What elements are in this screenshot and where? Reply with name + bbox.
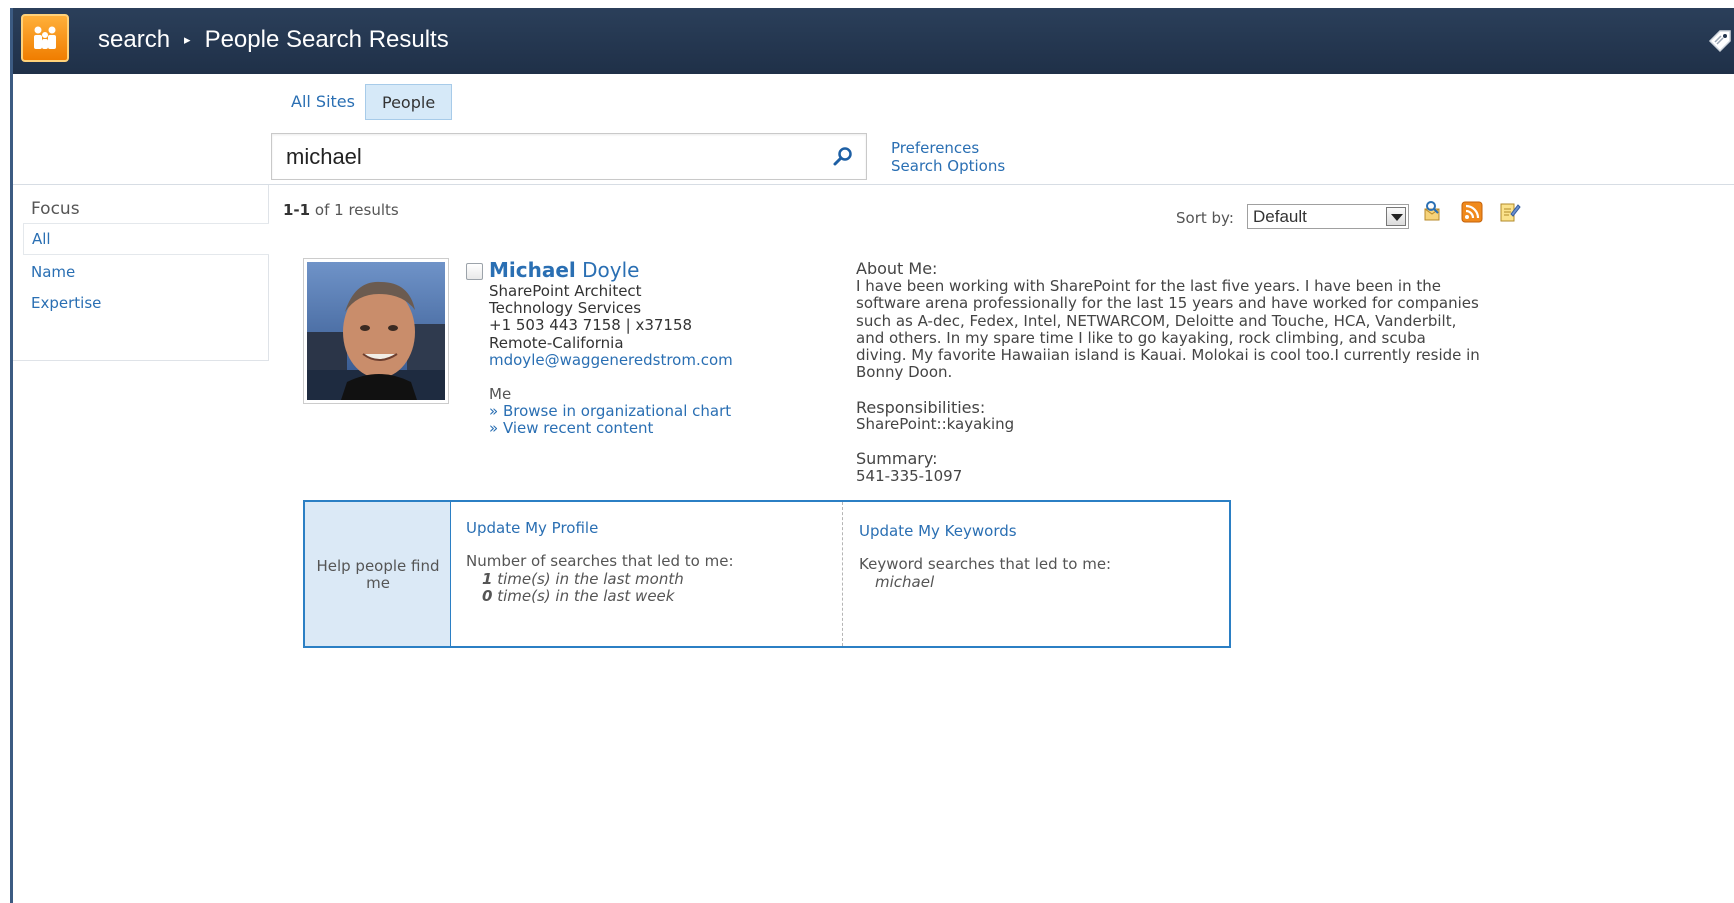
person-title: SharePoint Architect (489, 282, 642, 300)
search-box (271, 133, 867, 180)
site-logo-icon[interactable] (21, 14, 69, 62)
searches-label: Number of searches that led to me: (466, 552, 734, 570)
result-suffix: results (348, 201, 399, 219)
page-frame: search ▸ People Search Results All Sites… (10, 8, 1734, 903)
about-me-line: I have been working with SharePoint for … (856, 277, 1441, 295)
searches-week-text: time(s) in the last week (497, 587, 675, 605)
searches-month: 1 time(s) in the last month (482, 570, 684, 588)
keywords-label: Keyword searches that led to me: (859, 555, 1112, 573)
top-bar: search ▸ People Search Results (13, 8, 1734, 74)
search-links: Preferences Search Options (891, 139, 1005, 175)
result-total: 1 (334, 201, 344, 219)
person-me-label: Me (489, 385, 512, 403)
sort-select[interactable]: Default (1247, 204, 1409, 229)
person-first-name: Michael (489, 258, 576, 282)
about-me-line: diving. My favorite Hawaiian island is K… (856, 346, 1480, 365)
preferences-link[interactable]: Preferences (891, 139, 1005, 157)
about-me-line: and others. In my spare time I like to g… (856, 328, 1426, 347)
refinement-item-expertise[interactable]: Expertise (31, 294, 101, 312)
help-people-find-me-panel: Help people find me Update My Profile Nu… (303, 500, 1231, 648)
profile-photo[interactable] (303, 258, 449, 404)
about-me-label: About Me: (856, 259, 938, 278)
result-range: 1-1 (283, 201, 311, 219)
result-of: of (314, 201, 330, 219)
help-panel-label-cell: Help people find me (305, 502, 451, 646)
search-icon[interactable] (832, 146, 854, 168)
page-title: People Search Results (204, 26, 449, 53)
tab-all-sites[interactable]: All Sites (275, 84, 371, 120)
refinement-item-all[interactable]: All (23, 223, 269, 255)
edit-page-icon[interactable] (1497, 200, 1521, 224)
searches-week: 0 time(s) in the last week (482, 587, 674, 605)
rss-feed-icon[interactable] (1460, 200, 1484, 224)
searches-week-count: 0 (482, 587, 493, 605)
person-checkbox[interactable] (466, 263, 483, 280)
about-me-line: such as A-dec, Fedex, Intel, NETWARCOM, … (856, 311, 1457, 330)
person-location: Remote-California (489, 334, 624, 352)
tag-icon[interactable] (1707, 28, 1733, 54)
org-chart-link[interactable]: » Browse in organizational chart (489, 402, 731, 420)
responsibilities-value: SharePoint::kayaking (856, 415, 1015, 433)
breadcrumb-arrow-icon: ▸ (184, 32, 191, 47)
divider (13, 184, 1734, 185)
help-panel-divider (842, 502, 843, 646)
refinement-item-name[interactable]: Name (31, 263, 75, 281)
update-my-profile-link[interactable]: Update My Profile (466, 519, 598, 537)
search-alert-icon[interactable] (1421, 200, 1445, 224)
breadcrumb: search ▸ People Search Results (98, 26, 449, 54)
chevron-down-icon[interactable] (1386, 207, 1406, 226)
tab-people[interactable]: People (365, 84, 453, 120)
searches-month-count: 1 (482, 570, 493, 588)
sort-value: Default (1253, 207, 1307, 226)
person-last-name: Doyle (582, 258, 640, 282)
search-input[interactable] (286, 142, 826, 172)
about-me-line: Bonny Doon. (856, 363, 953, 382)
person-phone: +1 503 443 7158 | x37158 (489, 316, 693, 334)
about-me-line: software arena professionally for the la… (856, 294, 1479, 313)
person-name-link[interactable]: Michael Doyle (489, 258, 639, 282)
breadcrumb-search-link[interactable]: search (98, 26, 170, 54)
summary-value: 541-335-1097 (856, 467, 963, 485)
keyword-value: michael (875, 573, 935, 591)
person-department: Technology Services (489, 299, 642, 317)
recent-content-link[interactable]: » View recent content (489, 419, 653, 437)
sort-label: Sort by: (1176, 209, 1234, 227)
help-panel-label: Help people find me (316, 557, 440, 592)
summary-label: Summary: (856, 449, 938, 468)
about-me-text: I have been working with SharePoint for … (856, 277, 1546, 382)
searches-month-text: time(s) in the last month (497, 570, 684, 588)
avatar (307, 262, 445, 400)
refinement-panel: Focus All Name Expertise (13, 185, 269, 361)
refinement-title: Focus (31, 199, 80, 219)
search-options-link[interactable]: Search Options (891, 157, 1005, 175)
person-email-link[interactable]: mdoyle@waggeneredstrom.com (489, 351, 733, 369)
update-my-keywords-link[interactable]: Update My Keywords (859, 522, 1017, 540)
result-count: 1-1 of 1 results (283, 201, 399, 219)
